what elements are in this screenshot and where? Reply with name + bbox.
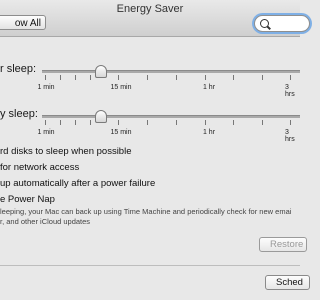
- search-input[interactable]: [271, 17, 301, 29]
- wake-network-access-option[interactable]: for network access: [0, 162, 79, 173]
- tick-mark: [147, 120, 148, 125]
- display-sleep-label: y sleep:: [0, 108, 38, 120]
- tick-mark: [90, 75, 91, 80]
- power-nap-description: leeping, your Mac can back up using Time…: [0, 207, 292, 216]
- tick-mark: [75, 120, 76, 125]
- computer-sleep-slider[interactable]: [42, 70, 300, 73]
- search-field[interactable]: [254, 15, 310, 32]
- tick-mark: [233, 75, 234, 80]
- tick-label-3-hrs: 3 hrs: [285, 129, 295, 143]
- tick-mark: [60, 75, 61, 80]
- power-nap-option[interactable]: e Power Nap: [0, 194, 55, 205]
- tick-label-1-hr: 1 hr: [202, 84, 216, 91]
- tick-mark: [118, 120, 119, 125]
- tick-label-1-min: 1 min: [37, 84, 55, 91]
- tick-mark: [205, 75, 206, 80]
- tick-mark: [176, 120, 177, 125]
- tick-mark: [60, 120, 61, 125]
- tick-mark: [233, 120, 234, 125]
- schedule-button[interactable]: Sched: [265, 275, 310, 290]
- tick-mark: [90, 120, 91, 125]
- tick-mark: [118, 75, 119, 80]
- tick-label-15-min: 15 min: [110, 84, 132, 91]
- tick-mark: [262, 75, 263, 80]
- tick-label-1-min: 1 min: [37, 129, 55, 136]
- tick-mark: [290, 120, 291, 125]
- start-after-power-failure-option[interactable]: up automatically after a power failure: [0, 178, 155, 189]
- display-sleep-slider[interactable]: [42, 115, 300, 118]
- computer-sleep-slider-knob[interactable]: [95, 65, 107, 78]
- title-bar: Energy Saver ow All: [0, 0, 310, 37]
- tick-mark: [75, 75, 76, 80]
- tick-mark: [290, 75, 291, 80]
- power-nap-description-line-2: r, and other iCloud updates: [0, 217, 91, 226]
- tick-mark: [45, 75, 46, 80]
- display-sleep-slider-knob[interactable]: [95, 110, 107, 123]
- restore-defaults-button[interactable]: Restore: [259, 237, 307, 252]
- computer-sleep-label: r sleep:: [0, 63, 37, 75]
- window-title: Energy Saver: [116, 3, 184, 15]
- hard-disks-sleep-option[interactable]: rd disks to sleep when possible: [0, 146, 132, 157]
- tick-mark: [205, 120, 206, 125]
- divider: [0, 265, 300, 266]
- tick-label-3-hrs: 3 hrs: [285, 84, 295, 98]
- tick-mark: [45, 120, 46, 125]
- tick-mark: [147, 75, 148, 80]
- search-icon: [260, 19, 269, 28]
- tick-label-15-min: 15 min: [110, 129, 132, 136]
- tick-mark: [176, 75, 177, 80]
- show-all-button[interactable]: ow All: [0, 15, 46, 30]
- tick-mark: [262, 120, 263, 125]
- tick-label-1-hr: 1 hr: [202, 129, 216, 136]
